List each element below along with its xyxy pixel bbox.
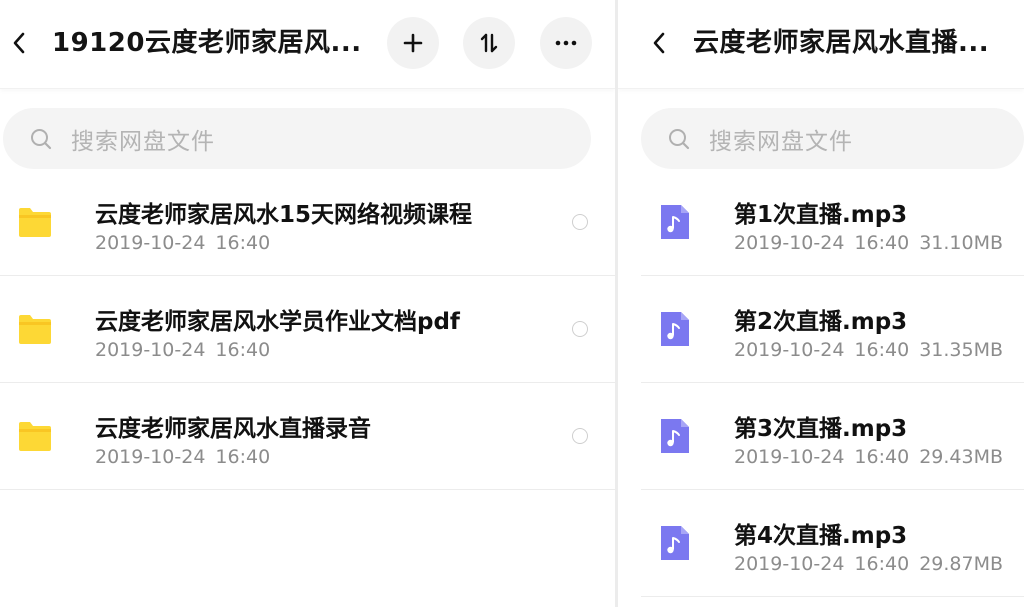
item-name: 云度老师家居风水15天网络视频课程 xyxy=(95,202,473,228)
item-meta: 2019-10-24 16:40 xyxy=(95,339,270,361)
add-button[interactable] xyxy=(387,17,439,69)
search-input[interactable]: 搜索网盘文件 xyxy=(641,108,1024,169)
item-size: 29.43MB xyxy=(919,446,1004,468)
search-placeholder: 搜索网盘文件 xyxy=(709,128,853,155)
list-item[interactable]: 第1次直播.mp3 2019-10-24 16:40 31.10MB xyxy=(641,169,1024,276)
more-icon xyxy=(555,40,577,46)
list-item[interactable]: 云度老师家居风水学员作业文档pdf 2019-10-24 16:40 xyxy=(0,276,615,383)
search-placeholder: 搜索网盘文件 xyxy=(71,128,215,155)
item-date: 2019-10-24 xyxy=(734,446,845,468)
folder-icon xyxy=(19,422,51,451)
list-item[interactable]: 云度老师家居风水直播录音 2019-10-24 16:40 xyxy=(0,383,615,490)
search-icon xyxy=(31,128,52,149)
back-button[interactable] xyxy=(8,22,30,64)
item-date: 2019-10-24 xyxy=(734,553,845,575)
audio-file-icon xyxy=(661,312,689,346)
folder-icon xyxy=(19,315,51,344)
item-meta: 2019-10-24 16:40 29.87MB xyxy=(734,553,1003,575)
list-item[interactable]: 云度老师家居风水15天网络视频课程 2019-10-24 16:40 xyxy=(0,169,615,276)
back-button[interactable] xyxy=(648,22,670,64)
item-name: 第2次直播.mp3 xyxy=(734,309,908,335)
item-time: 16:40 xyxy=(854,446,910,468)
select-checkbox[interactable] xyxy=(572,428,588,444)
item-meta: 2019-10-24 16:40 xyxy=(95,446,270,468)
item-name: 云度老师家居风水学员作业文档pdf xyxy=(95,309,460,335)
item-time: 16:40 xyxy=(854,232,910,254)
right-panel: 云度老师家居风水直播... 搜索网盘文件 第1次直播.mp3 2019-10-2… xyxy=(618,0,1024,607)
item-time: 16:40 xyxy=(215,339,271,361)
header: 云度老师家居风水直播... xyxy=(618,0,1024,89)
audio-file-icon xyxy=(661,419,689,453)
audio-file-icon xyxy=(661,526,689,560)
file-list: 云度老师家居风水15天网络视频课程 2019-10-24 16:40 云度老师家居… xyxy=(0,169,615,490)
item-meta: 2019-10-24 16:40 xyxy=(95,232,270,254)
chevron-left-icon xyxy=(13,32,25,54)
item-meta: 2019-10-24 16:40 31.35MB xyxy=(734,339,1003,361)
item-name: 第3次直播.mp3 xyxy=(734,416,908,442)
item-time: 16:40 xyxy=(854,553,910,575)
sort-icon xyxy=(480,33,498,53)
item-date: 2019-10-24 xyxy=(95,232,206,254)
list-item[interactable]: 第2次直播.mp3 2019-10-24 16:40 31.35MB xyxy=(641,276,1024,383)
item-date: 2019-10-24 xyxy=(95,339,206,361)
item-size: 31.10MB xyxy=(919,232,1004,254)
file-list: 第1次直播.mp3 2019-10-24 16:40 31.10MB 第2次直播.m… xyxy=(618,169,1024,597)
item-meta: 2019-10-24 16:40 31.10MB xyxy=(734,232,1003,254)
item-name: 第4次直播.mp3 xyxy=(734,523,908,549)
item-size: 31.35MB xyxy=(919,339,1004,361)
item-name: 云度老师家居风水直播录音 xyxy=(95,416,371,442)
item-size: 29.87MB xyxy=(919,553,1004,575)
item-date: 2019-10-24 xyxy=(734,232,845,254)
item-meta: 2019-10-24 16:40 29.43MB xyxy=(734,446,1003,468)
header: 19120云度老师家居风... xyxy=(0,0,615,89)
select-checkbox[interactable] xyxy=(572,214,588,230)
item-time: 16:40 xyxy=(215,446,271,468)
search-input[interactable]: 搜索网盘文件 xyxy=(3,108,591,169)
list-item[interactable]: 第3次直播.mp3 2019-10-24 16:40 29.43MB xyxy=(641,383,1024,490)
item-date: 2019-10-24 xyxy=(95,446,206,468)
search-icon xyxy=(669,128,690,149)
select-checkbox[interactable] xyxy=(572,321,588,337)
page-title: 19120云度老师家居风... xyxy=(52,28,362,58)
more-button[interactable] xyxy=(540,17,592,69)
item-date: 2019-10-24 xyxy=(734,339,845,361)
chevron-left-icon xyxy=(653,32,665,54)
left-panel: 19120云度老师家居风... 搜索网盘文件 云度老师家居风水15天网络视频课程… xyxy=(0,0,615,607)
page-title: 云度老师家居风水直播... xyxy=(693,28,990,58)
folder-icon xyxy=(19,208,51,237)
item-time: 16:40 xyxy=(854,339,910,361)
list-item[interactable]: 第4次直播.mp3 2019-10-24 16:40 29.87MB xyxy=(641,490,1024,597)
item-name: 第1次直播.mp3 xyxy=(734,202,908,228)
sort-button[interactable] xyxy=(463,17,515,69)
audio-file-icon xyxy=(661,205,689,239)
plus-icon xyxy=(403,33,423,53)
item-time: 16:40 xyxy=(215,232,271,254)
